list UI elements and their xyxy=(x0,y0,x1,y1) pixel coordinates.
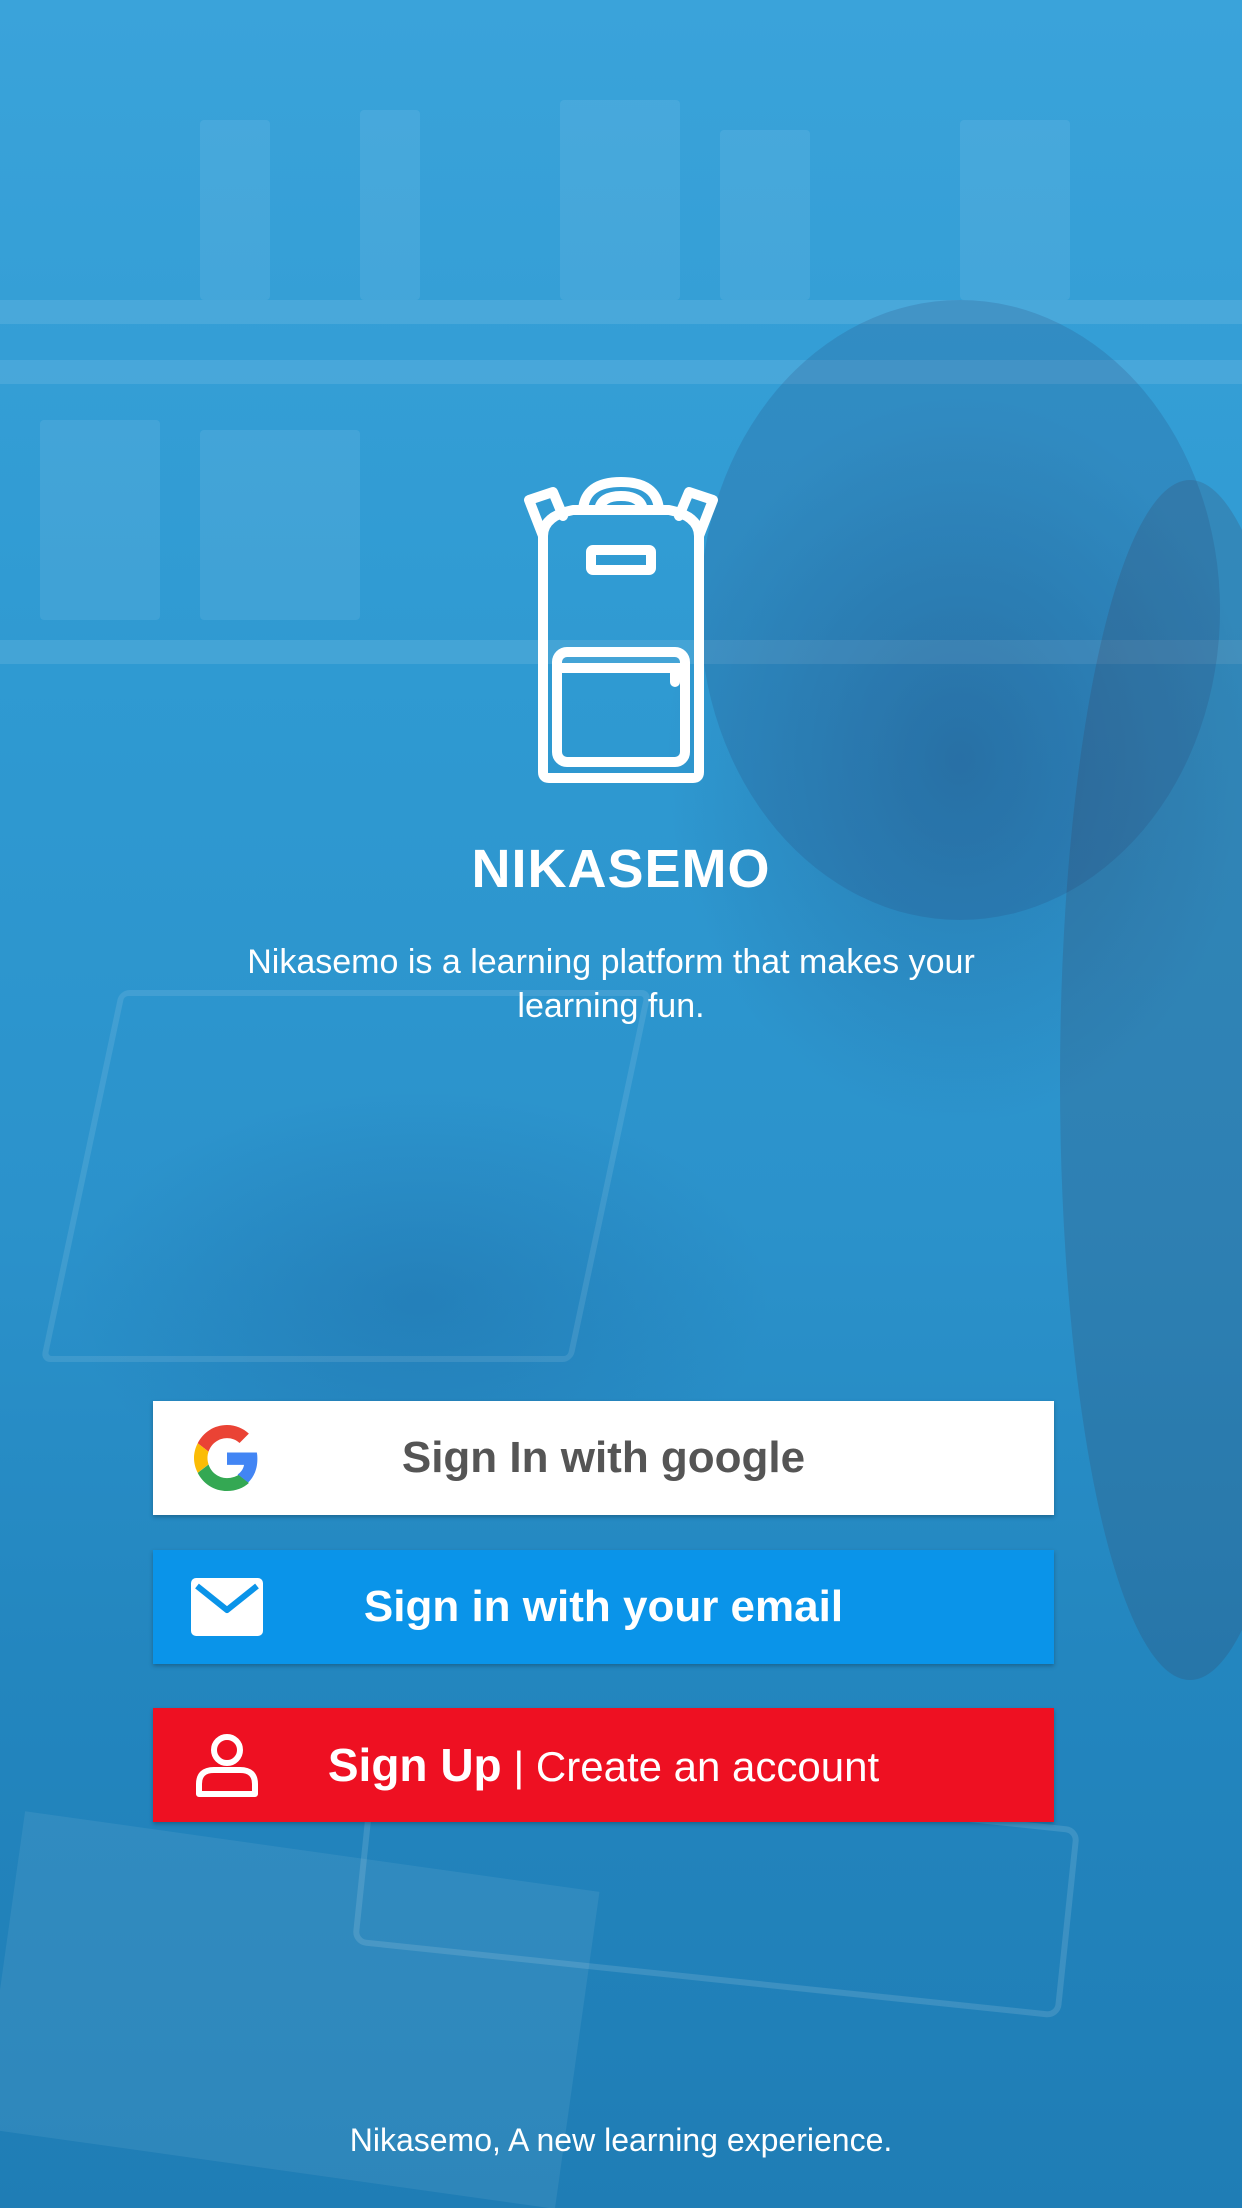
sign-in-google-label: Sign In with google xyxy=(401,1433,806,1482)
shelf-decoration xyxy=(0,300,1242,324)
background-image xyxy=(0,0,1242,2208)
sign-up-subtitle: Create an account xyxy=(535,1743,880,1790)
google-logo-icon xyxy=(191,1425,263,1491)
book-decoration xyxy=(720,130,810,300)
sign-in-google-button[interactable]: Sign In with google xyxy=(153,1401,1054,1515)
book-decoration xyxy=(960,120,1070,300)
book-decoration xyxy=(40,420,160,620)
book-decoration xyxy=(200,430,360,620)
envelope-icon xyxy=(191,1577,263,1637)
sign-up-label: Sign Up | Create an account xyxy=(153,1738,1054,1792)
book-decoration xyxy=(360,110,420,300)
book-decoration xyxy=(200,120,270,300)
sign-in-email-button[interactable]: Sign in with your email xyxy=(153,1550,1054,1664)
person-icon xyxy=(191,1734,263,1797)
app-title: NIKASEMO xyxy=(471,839,771,899)
sign-up-strong-label: Sign Up xyxy=(327,1739,502,1791)
laptop-decoration xyxy=(40,990,652,1362)
footer-text: Nikasemo, A new learning experience. xyxy=(349,2122,893,2158)
app-tagline: Nikasemo is a learning platform that mak… xyxy=(247,943,975,1025)
backpack-logo-icon xyxy=(524,477,718,783)
sign-in-email-label: Sign in with your email xyxy=(363,1582,844,1631)
sign-up-separator: | xyxy=(513,1743,525,1790)
sign-up-button[interactable]: Sign Up | Create an account xyxy=(153,1708,1054,1822)
book-decoration xyxy=(560,100,680,300)
